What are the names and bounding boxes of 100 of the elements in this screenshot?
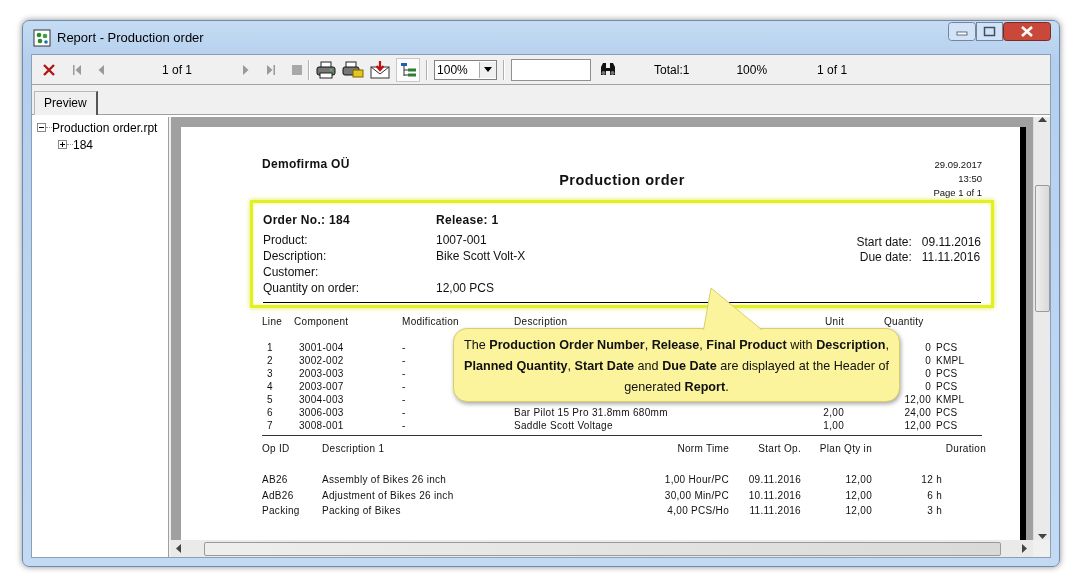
column-header: Unit xyxy=(825,316,844,328)
callout-pointer xyxy=(703,287,763,331)
window-title: Report - Production order xyxy=(57,30,204,45)
table-cell: 1,00 xyxy=(823,419,844,432)
field-value: Bike Scott Volt-X xyxy=(436,249,526,264)
table-cell-text: PCS xyxy=(935,341,958,354)
tab[interactable]: Preview xyxy=(34,91,98,115)
field-label: Due date: xyxy=(858,250,912,265)
table-cell: 0 xyxy=(925,367,931,380)
column-header: Modification xyxy=(402,316,459,328)
field-value: 1007-001 xyxy=(436,233,488,248)
table-cell-text: 12,00 xyxy=(845,504,872,518)
table-cell-text: 1 xyxy=(266,341,273,354)
print-time: 13:50 xyxy=(958,173,982,184)
caret-icon[interactable] xyxy=(484,67,493,72)
table-cell-text: 4,00 PCS/Ho xyxy=(667,504,729,518)
table-cell-text: 12,00 xyxy=(845,473,872,487)
table-cell-text: 6 h xyxy=(927,488,942,503)
search-field[interactable] xyxy=(511,58,592,81)
field-label: Customer: xyxy=(263,265,320,280)
table-cell: Saddle Scott Voltage xyxy=(514,419,613,432)
tree-view-icon[interactable] xyxy=(396,57,421,82)
scroll-right-icon[interactable] xyxy=(1022,544,1028,553)
field-label: Description: xyxy=(263,249,328,264)
column-header: Plan Qty in xyxy=(819,442,872,456)
table-cell-text: 09.11.2016 xyxy=(748,473,801,487)
mail-icon[interactable] xyxy=(370,60,391,79)
table-cell-text: 2003-007 xyxy=(298,380,344,393)
table-cell-text: AB26 xyxy=(262,473,288,487)
column-header: Description xyxy=(514,316,568,328)
field-value: 09.11.2016 xyxy=(921,235,981,250)
column-header: Duration xyxy=(945,442,986,456)
table-cell-text: KMPL xyxy=(935,393,965,406)
table-cell-text: AdB26 xyxy=(262,488,294,503)
table-cell-text: KMPL xyxy=(935,354,965,367)
app-icon xyxy=(33,28,51,47)
order-number: Order No.: 184 xyxy=(263,213,351,227)
status-text: 1 of 1 xyxy=(817,62,848,77)
tree-item[interactable]: Production order.rpt xyxy=(52,120,158,135)
vertical-scrollbar[interactable] xyxy=(1033,117,1050,540)
maximize-button[interactable] xyxy=(976,22,1003,41)
table-cell-text: 3006-003 xyxy=(298,406,344,419)
table-cell: - xyxy=(402,406,406,419)
table-cell-text: 12,00 xyxy=(845,488,872,503)
table-cell-text: 1,00 Hour/PC xyxy=(664,473,729,487)
page-number: Page 1 of 1 xyxy=(933,187,982,198)
table-cell: 2,00 xyxy=(823,406,844,419)
column-header: Start Op. xyxy=(758,442,801,456)
table-cell-text: 3001-004 xyxy=(298,341,344,354)
table-cell-text: 3008-001 xyxy=(298,419,344,432)
table-cell-text: 10.11.2016 xyxy=(748,488,801,503)
table-cell: 0 xyxy=(925,354,931,367)
column-header: Description 1 xyxy=(322,442,385,456)
table-cell-text: 7 xyxy=(266,419,273,432)
table-cell: 0 xyxy=(925,380,931,393)
print-setup-icon[interactable] xyxy=(342,60,365,79)
table-cell-text: 3 xyxy=(266,367,273,380)
expand-icon[interactable] xyxy=(58,140,67,149)
table-cell-text: 2 xyxy=(266,354,273,367)
minimize-button[interactable] xyxy=(948,22,976,41)
release-number: Release: 1 xyxy=(436,213,500,227)
table-cell: - xyxy=(402,341,406,354)
scroll-up-icon[interactable] xyxy=(1037,117,1047,123)
field-value: 11.11.2016 xyxy=(921,250,981,265)
binoculars-icon[interactable] xyxy=(599,62,618,77)
table-cell-text: 30,00 Min/PC xyxy=(664,488,729,503)
table-cell-text: 11.11.2016 xyxy=(749,504,801,518)
print-date: 29.09.2017 xyxy=(934,159,982,170)
column-header: Norm Time xyxy=(677,442,729,456)
page-indicator: 1 of 1 xyxy=(162,62,193,77)
table-cell-text: PCS xyxy=(935,406,958,419)
table-cell-text: Adjustment of Bikes 26 inch xyxy=(322,488,454,503)
print-icon[interactable] xyxy=(316,60,337,79)
close-icon[interactable] xyxy=(42,62,56,77)
table-cell-text: PCS xyxy=(935,380,958,393)
table-cell: - xyxy=(402,419,406,432)
field-label: Product: xyxy=(263,233,309,248)
table-cell-text: 3002-002 xyxy=(298,354,344,367)
table-cell: 0 xyxy=(925,341,931,354)
zoom-dropdown[interactable]: 100% xyxy=(434,59,498,80)
table-cell: Bar Pilot 15 Pro 31.8mm 680mm xyxy=(514,406,668,419)
table-cell-text: 4 xyxy=(266,380,273,393)
tree-item[interactable]: 184 xyxy=(73,137,94,152)
field-value: 12,00 PCS xyxy=(436,281,496,296)
table-cell-text: 5 xyxy=(266,393,273,406)
report-title: Production order xyxy=(559,172,685,188)
table-cell: - xyxy=(402,367,406,380)
table-cell-text: PCS xyxy=(935,419,958,432)
scroll-down-icon[interactable] xyxy=(1037,534,1047,540)
table-cell: 12,00 xyxy=(904,393,931,406)
collapse-icon[interactable] xyxy=(37,123,46,132)
status-text: Total:1 xyxy=(654,62,690,77)
table-cell-text: Assembly of Bikes 26 inch xyxy=(322,473,447,487)
company-name: Demofirma OÜ xyxy=(262,157,351,171)
column-header: Component xyxy=(294,316,349,328)
horizontal-scrollbar[interactable] xyxy=(171,540,1033,557)
table-cell: - xyxy=(402,393,406,406)
table-cell-text: 3 h xyxy=(927,504,942,518)
scroll-left-icon[interactable] xyxy=(176,544,182,553)
close-button[interactable] xyxy=(1003,22,1051,41)
